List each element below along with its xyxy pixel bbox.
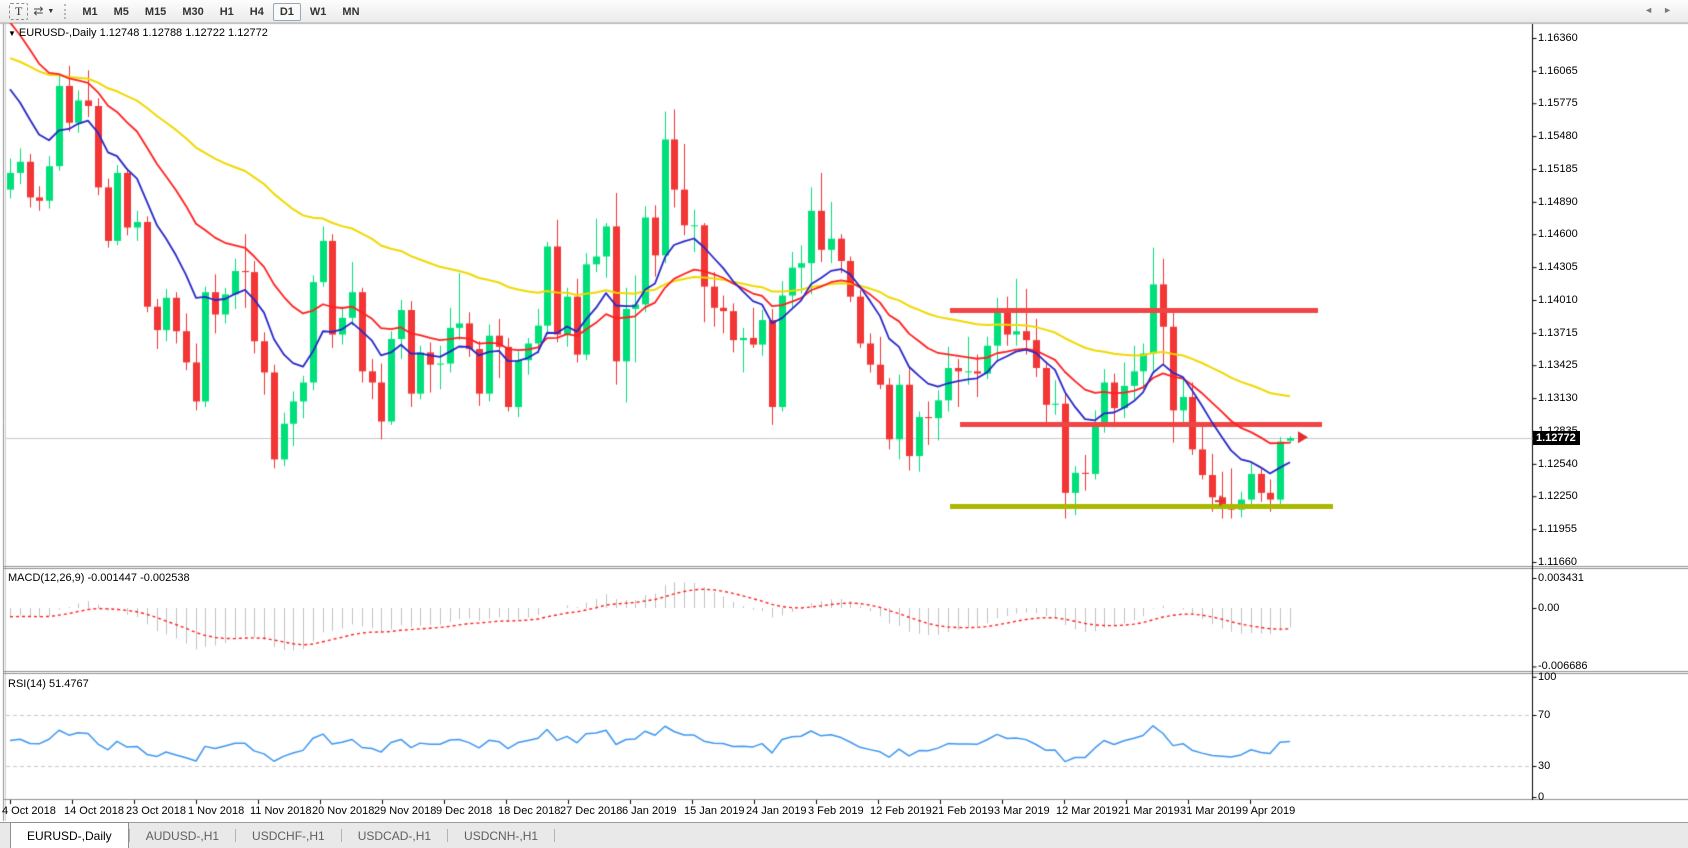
date-axis-label: 3 Mar 2019 xyxy=(994,805,1050,817)
date-axis-label: 21 Feb 2019 xyxy=(932,805,994,817)
timeframe-button-m15[interactable]: M15 xyxy=(138,3,173,21)
current-price-tag: 1.12772 xyxy=(1533,431,1580,445)
price-axis-label: 1.13425 xyxy=(1538,359,1578,371)
date-axis-label: 6 Jan 2019 xyxy=(622,805,676,817)
chart-tab-usdcnh-h1[interactable]: USDCNH-,H1 xyxy=(448,823,554,848)
date-axis-label: 12 Feb 2019 xyxy=(870,805,932,817)
price-axis-label: 1.16065 xyxy=(1538,65,1578,77)
date-axis-label: 27 Dec 2018 xyxy=(560,805,622,817)
date-axis-label: 14 Oct 2018 xyxy=(64,805,124,817)
toolbar-grip xyxy=(64,4,66,19)
macd-indicator-label: MACD(12,26,9) -0.001447 -0.002538 xyxy=(8,572,190,584)
rsi-axis-label: 0 xyxy=(1538,791,1544,803)
price-axis-label: 1.15185 xyxy=(1538,163,1578,175)
tab-scroll-buttons: ◄► xyxy=(1644,5,1682,15)
timeframe-button-d1[interactable]: D1 xyxy=(273,3,301,21)
mt4-window: { "toolbar": { "text_tool_label": "T", "… xyxy=(0,0,1688,848)
price-axis-label: 1.14010 xyxy=(1538,294,1578,306)
date-axis-label: 9 Apr 2019 xyxy=(1242,805,1295,817)
timeframe-button-m5[interactable]: M5 xyxy=(107,3,136,21)
chart-tab-usdchf-h1[interactable]: USDCHF-,H1 xyxy=(236,823,341,848)
price-axis-label: 1.16360 xyxy=(1538,32,1578,44)
date-axis-label: 20 Nov 2018 xyxy=(312,805,374,817)
chart-canvas[interactable] xyxy=(0,0,1688,848)
chart-tab-usdcad-h1[interactable]: USDCAD-,H1 xyxy=(342,823,447,848)
macd-axis-label: 0.003431 xyxy=(1538,572,1584,584)
price-axis-label: 1.15775 xyxy=(1538,97,1578,109)
price-axis-label: 1.12250 xyxy=(1538,490,1578,502)
date-axis-label: 3 Feb 2019 xyxy=(808,805,864,817)
price-axis-label: 1.13130 xyxy=(1538,392,1578,404)
timeframe-button-m1[interactable]: M1 xyxy=(75,3,104,21)
rsi-axis-label: 30 xyxy=(1538,760,1550,772)
price-axis-label: 1.12540 xyxy=(1538,458,1578,470)
macd-axis-label: 0.00 xyxy=(1538,602,1559,614)
chart-tab-bar: EURUSD-,DailyAUDUSD-,H1USDCHF-,H1USDCAD-… xyxy=(0,822,1688,848)
cycle-arrows-icon[interactable]: ⇄ xyxy=(30,3,46,19)
rsi-indicator-label: RSI(14) 51.4767 xyxy=(8,678,89,690)
tab-scroll-left-icon[interactable]: ◄ xyxy=(1644,5,1663,15)
date-axis-label: 11 Nov 2018 xyxy=(250,805,312,817)
price-axis-label: 1.13715 xyxy=(1538,327,1578,339)
text-tool-button[interactable]: T xyxy=(9,3,28,20)
date-axis-label: 18 Dec 2018 xyxy=(498,805,560,817)
chart-title-text: EURUSD-,Daily 1.12748 1.12788 1.12722 1.… xyxy=(19,27,268,39)
price-axis-label: 1.11660 xyxy=(1538,556,1577,568)
timeframe-button-group: M1M5M15M30H1H4D1W1MN xyxy=(74,2,367,20)
chart-tab-eurusd-daily[interactable]: EURUSD-,Daily xyxy=(10,822,129,848)
price-axis-label: 1.15480 xyxy=(1538,130,1578,142)
chart-title: ▼EURUSD-,Daily 1.12748 1.12788 1.12722 1… xyxy=(8,27,268,39)
toolbar-dropdown-icon[interactable]: ▼ xyxy=(47,8,58,15)
price-axis-label: 1.14600 xyxy=(1538,228,1578,240)
price-axis-label: 1.14305 xyxy=(1538,261,1578,273)
date-axis-label: 1 Nov 2018 xyxy=(188,805,244,817)
timeframe-button-h4[interactable]: H4 xyxy=(243,3,271,21)
chart-tab-audusd-h1[interactable]: AUDUSD-,H1 xyxy=(130,823,235,848)
timeframe-button-h1[interactable]: H1 xyxy=(213,3,241,21)
date-axis-label: 15 Jan 2019 xyxy=(684,805,745,817)
tab-separator xyxy=(554,829,555,842)
rsi-axis-label: 100 xyxy=(1538,671,1556,683)
timeframe-button-w1[interactable]: W1 xyxy=(303,3,334,21)
timeframe-button-mn[interactable]: MN xyxy=(335,3,366,21)
tab-scroll-right-icon[interactable]: ► xyxy=(1663,5,1682,15)
symbol-dropdown-icon[interactable]: ▼ xyxy=(8,29,16,38)
toolbar: T ⇄ ▼ M1M5M15M30H1H4D1W1MN xyxy=(0,0,1688,23)
date-axis-label: 4 Oct 2018 xyxy=(2,805,56,817)
date-axis-label: 23 Oct 2018 xyxy=(126,805,186,817)
price-axis-label: 1.14890 xyxy=(1538,196,1578,208)
date-axis-label: 24 Jan 2019 xyxy=(746,805,807,817)
date-axis-label: 12 Mar 2019 xyxy=(1056,805,1118,817)
rsi-axis-label: 70 xyxy=(1538,709,1550,721)
date-axis-label: 21 Mar 2019 xyxy=(1118,805,1180,817)
date-axis-label: 31 Mar 2019 xyxy=(1180,805,1242,817)
date-axis-label: 29 Nov 2018 xyxy=(374,805,436,817)
price-axis-label: 1.11955 xyxy=(1538,523,1577,535)
timeframe-button-m30[interactable]: M30 xyxy=(175,3,210,21)
date-axis-label: 9 Dec 2018 xyxy=(436,805,492,817)
